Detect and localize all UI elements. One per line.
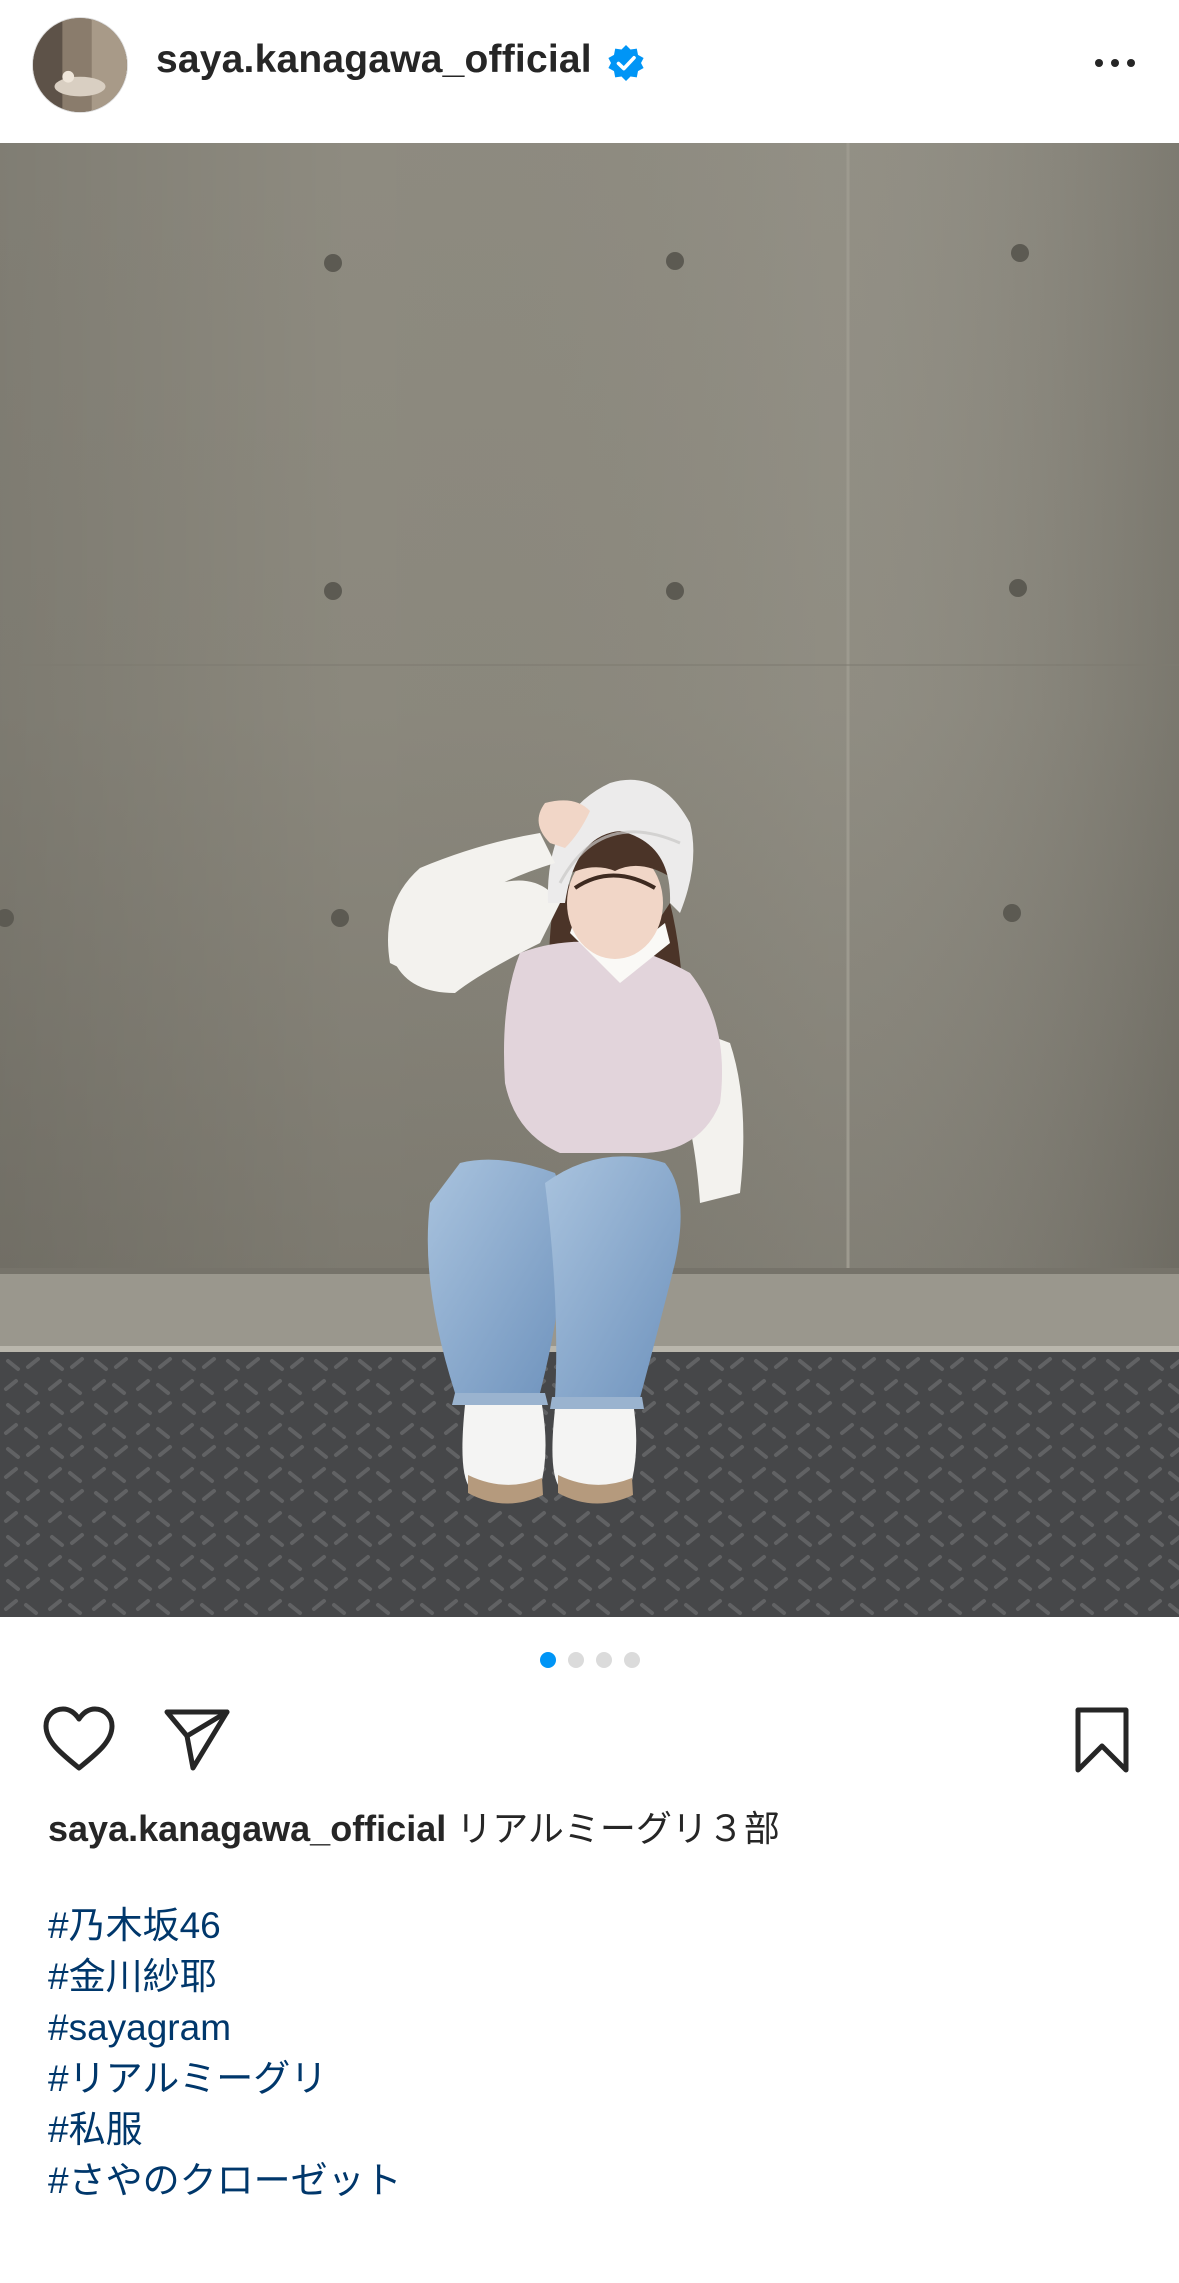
- caption-username[interactable]: saya.kanagawa_official: [48, 1808, 446, 1849]
- hashtag-link[interactable]: #リアルミーグリ: [48, 2053, 402, 2104]
- post-image[interactable]: [0, 143, 1179, 1617]
- more-dot: [1127, 59, 1135, 67]
- bookmark-icon: [1075, 1707, 1129, 1773]
- heart-icon: [43, 1706, 115, 1771]
- post-caption: saya.kanagawa_official リアルミーグリ３部: [48, 1800, 780, 1852]
- share-button[interactable]: [163, 1706, 231, 1772]
- more-options-button[interactable]: [1085, 43, 1145, 83]
- carousel-dot: [595, 1652, 612, 1668]
- carousel-dot: [623, 1652, 640, 1668]
- hashtag-link[interactable]: #sayagram: [48, 2002, 402, 2053]
- send-icon: [164, 1709, 230, 1771]
- carousel-indicator: [0, 1650, 1179, 1670]
- more-dot: [1095, 59, 1103, 67]
- hashtag-link[interactable]: #金川紗耶: [48, 1951, 402, 2002]
- save-button[interactable]: [1072, 1706, 1132, 1774]
- profile-avatar[interactable]: [32, 17, 128, 113]
- hashtag-list: #乃木坂46 #金川紗耶 #sayagram #リアルミーグリ #私服 #さやの…: [48, 1900, 402, 2206]
- hashtag-link[interactable]: #乃木坂46: [48, 1900, 402, 1951]
- carousel-dot-active: [539, 1652, 556, 1668]
- caption-text: リアルミーグリ３部: [456, 1808, 780, 1849]
- header-username[interactable]: saya.kanagawa_official: [156, 38, 592, 82]
- like-button[interactable]: [42, 1706, 116, 1772]
- more-dot: [1111, 59, 1119, 67]
- verified-badge-icon: [608, 45, 644, 81]
- hashtag-link[interactable]: #さやのクローゼット: [48, 2155, 402, 2206]
- carousel-dot: [567, 1652, 584, 1668]
- hashtag-link[interactable]: #私服: [48, 2104, 402, 2155]
- post-header: saya.kanagawa_official: [0, 0, 1179, 143]
